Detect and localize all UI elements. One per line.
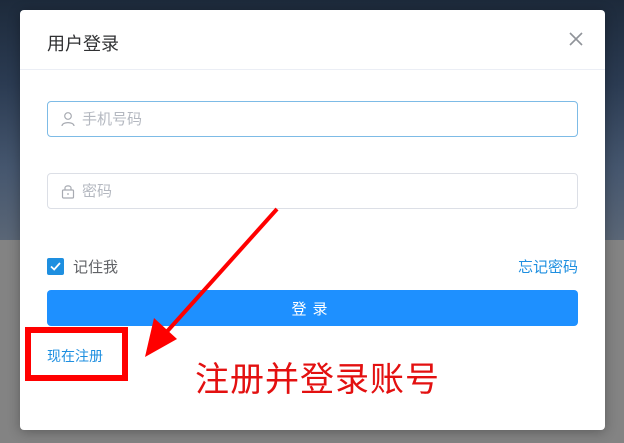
close-icon[interactable] [567, 30, 585, 48]
dialog-header: 用户登录 [20, 10, 605, 70]
forgot-password-link[interactable]: 忘记密码 [518, 256, 578, 277]
register-link[interactable]: 现在注册 [47, 346, 103, 366]
remember-checkbox[interactable] [47, 257, 64, 275]
user-icon [60, 111, 76, 127]
phone-field [47, 101, 578, 137]
phone-input[interactable] [82, 102, 562, 136]
login-button[interactable]: 登录 [47, 290, 578, 326]
remember-me[interactable]: 记住我 [47, 256, 118, 276]
annotation-text: 注册并登录账号 [195, 360, 440, 400]
dialog-title: 用户登录 [47, 34, 119, 55]
lock-icon [60, 183, 76, 199]
password-field [47, 173, 578, 209]
password-input[interactable] [82, 174, 562, 208]
remember-label: 记住我 [73, 257, 119, 276]
